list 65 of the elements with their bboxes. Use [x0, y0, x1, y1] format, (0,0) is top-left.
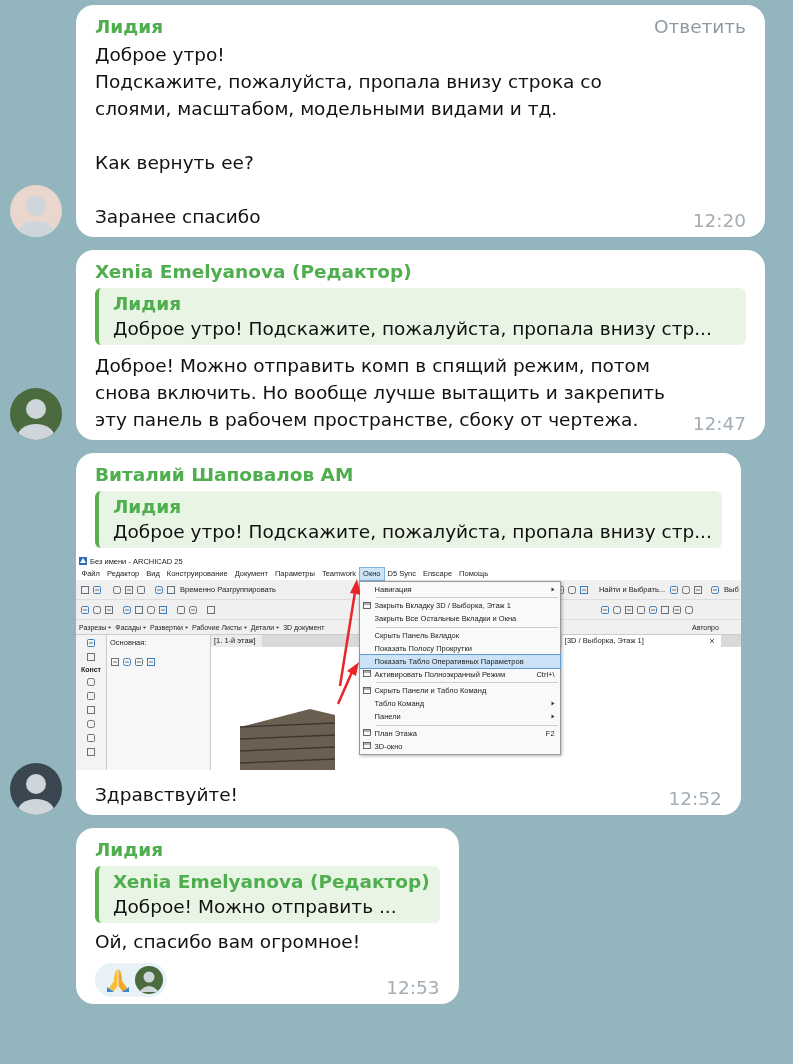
tool-icon[interactable]: [92, 604, 102, 615]
reply-quote[interactable]: Лидия Доброе утро! Подскажите, пожалуйста, пропала внизу стр...: [95, 491, 722, 548]
tool-icon[interactable]: [80, 604, 90, 615]
tool-icon[interactable]: [599, 604, 610, 615]
tool-icon[interactable]: [158, 604, 168, 615]
tool-icon[interactable]: [104, 604, 114, 615]
avatar[interactable]: [10, 388, 62, 440]
tool-icon[interactable]: [86, 652, 96, 662]
tool-icon[interactable]: [611, 604, 622, 615]
tool-icon[interactable]: [124, 584, 134, 595]
message-text: Доброе! Можно отправить комп в спящий режим, потом снова включить. Но вообще лучше вытащить и закрепить эту панель в рабочем пространстве, сбоку от чертежа.: [95, 354, 667, 432]
tool-icon[interactable]: [110, 657, 120, 667]
caret-icon: [107, 624, 113, 630]
message-text: Доброе утро! Подскажите, пожалуйста, пропала внизу строка со слоями, масштабом, модельными видами и тд. Как вернуть ее? Заранее спасибо: [95, 43, 603, 229]
caret-icon: [142, 624, 148, 630]
message-time: 12:53: [386, 977, 440, 999]
tool-icon[interactable]: [623, 604, 634, 615]
message-text: Здравствуйте!: [95, 783, 240, 807]
tool-icon[interactable]: [80, 584, 90, 595]
tool-icon[interactable]: [166, 584, 176, 595]
tool-icon[interactable]: [683, 604, 694, 615]
tool-icon[interactable]: [647, 604, 658, 615]
tool-icon[interactable]: [671, 604, 682, 615]
tool-icon[interactable]: [669, 584, 680, 595]
praying-hands-icon: [105, 967, 131, 993]
tool-icon[interactable]: [134, 657, 144, 667]
tool-icon[interactable]: [206, 604, 216, 615]
quoted-sender: Лидия: [113, 292, 183, 316]
quoted-text: Доброе утро! Подскажите, пожалуйста, пропала внизу стр...: [113, 520, 712, 544]
reactor-avatar: [135, 966, 163, 994]
tool-icon[interactable]: [578, 584, 589, 595]
message-time: 12:52: [668, 788, 722, 810]
close-icon[interactable]: [708, 638, 715, 644]
message-text: Ой, спасибо вам огромное!: [95, 930, 362, 954]
message-time: 12:20: [692, 210, 746, 232]
tool-icon[interactable]: [176, 604, 186, 615]
tool-icon[interactable]: [635, 604, 646, 615]
tool-icon[interactable]: [122, 604, 132, 615]
quoted-sender: Xenia Emelyanova (Редактор): [113, 870, 430, 894]
tool-icon[interactable]: [188, 604, 198, 615]
tool-icon[interactable]: [136, 584, 146, 595]
caret-icon: [275, 624, 281, 630]
quoted-sender: Лидия: [113, 495, 183, 519]
caret-icon: [184, 624, 189, 630]
tool-icon[interactable]: [710, 584, 721, 595]
reply-quote[interactable]: Лидия Доброе утро! Подскажите, пожалуйста, пропала внизу стр...: [95, 288, 746, 345]
message-time: 12:47: [692, 413, 746, 435]
tool-icon[interactable]: [146, 604, 156, 615]
reply-quote[interactable]: Xenia Emelyanova (Редактор) Доброе! Можно отправить ...: [95, 866, 440, 923]
tool-icon[interactable]: [112, 584, 122, 595]
avatar[interactable]: [10, 763, 62, 815]
tool-icon[interactable]: [92, 584, 102, 595]
tool-icon[interactable]: [566, 584, 577, 595]
tool-icon[interactable]: [146, 657, 156, 667]
tool-icon[interactable]: [681, 584, 692, 595]
reaction[interactable]: [95, 963, 167, 997]
tool-icon[interactable]: [86, 638, 96, 648]
quoted-text: Доброе! Можно отправить ...: [113, 895, 398, 919]
caret-icon: [242, 624, 248, 630]
tool-icon[interactable]: [134, 604, 144, 615]
tool-icon[interactable]: [154, 584, 164, 595]
tool-icon[interactable]: [122, 657, 132, 667]
tool-icon[interactable]: [659, 604, 670, 615]
tool-icon[interactable]: [693, 584, 704, 595]
quoted-text: Доброе утро! Подскажите, пожалуйста, пропала внизу стр...: [113, 317, 713, 341]
